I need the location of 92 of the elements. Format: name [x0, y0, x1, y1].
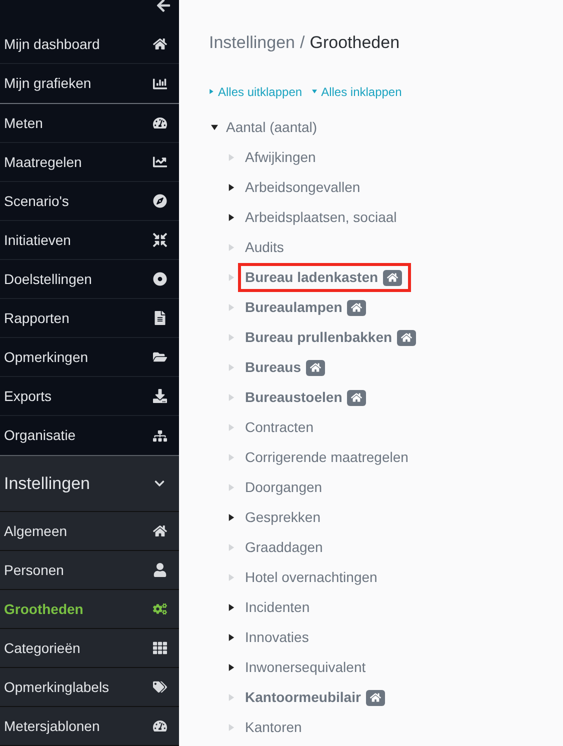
tree-item[interactable]: Aantal (aantal)	[226, 117, 318, 138]
tree-item[interactable]: Audits	[238, 233, 291, 262]
home-badge	[366, 690, 385, 706]
tree-item[interactable]: Bureaulampen	[238, 293, 376, 322]
leaf-triangle-icon[interactable]	[228, 574, 235, 581]
sidebar-item[interactable]: Metersjablonen	[0, 707, 179, 746]
sidebar-item[interactable]: Exports	[0, 377, 179, 416]
sidebar-item[interactable]: Organisatie	[0, 416, 179, 455]
home-icon	[153, 524, 167, 538]
tree-item[interactable]: Arbeidsongevallen	[238, 173, 368, 202]
expanded-triangle-icon[interactable]	[211, 124, 218, 131]
user-icon	[153, 563, 167, 577]
leaf-triangle-icon[interactable]	[228, 364, 235, 371]
tree-item[interactable]: Arbeidsplaatsen, sociaal	[238, 203, 404, 232]
tree-item[interactable]: Incidenten	[238, 593, 317, 622]
sidebar-item[interactable]: Maatregelen	[0, 143, 179, 182]
action-link[interactable]: Alles uitklappen	[218, 82, 302, 100]
collapse-icon[interactable]	[156, 0, 171, 13]
tree-item[interactable]: Innovaties	[238, 623, 316, 652]
leaf-triangle-icon[interactable]	[228, 394, 235, 401]
tree-item[interactable]: Afwijkingen	[238, 143, 323, 172]
grid-icon	[153, 641, 167, 655]
target-icon	[153, 272, 167, 286]
leaf-triangle-icon[interactable]	[228, 694, 235, 701]
tree-item[interactable]: Kantoormeubilair	[238, 683, 394, 712]
compass-icon	[153, 194, 167, 208]
sidebar-item[interactable]: Opmerkinglabels	[0, 668, 179, 707]
home-badge	[306, 360, 326, 376]
leaf-triangle-icon[interactable]	[228, 724, 235, 731]
tree-item[interactable]: Bureaus	[238, 353, 334, 382]
line-chart-icon	[153, 155, 167, 169]
leaf-triangle-icon[interactable]	[228, 334, 235, 341]
leaf-triangle-icon[interactable]	[228, 244, 235, 251]
home-icon	[153, 37, 167, 51]
sidebar-item[interactable]: Personen	[0, 551, 179, 590]
sidebar-item[interactable]: Opmerkingen	[0, 338, 179, 377]
leaf-triangle-icon[interactable]	[228, 274, 235, 281]
sidebar-item[interactable]: Categorieën	[0, 629, 179, 668]
home-badge	[397, 330, 416, 346]
tree-item[interactable]: Hotel overnachtingen	[238, 563, 384, 592]
home-badge	[383, 270, 402, 286]
document-icon	[153, 311, 167, 325]
sidebar-item[interactable]: Mijn dashboard	[0, 25, 179, 64]
sidebar-item[interactable]: Meten	[0, 104, 179, 143]
leaf-triangle-icon[interactable]	[228, 304, 235, 311]
leaf-triangle-icon[interactable]	[228, 154, 235, 161]
expand-triangle-icon[interactable]	[228, 214, 235, 221]
sidebar-item[interactable]: Algemeen	[0, 512, 179, 551]
breadcrumb-separator: /	[300, 32, 305, 54]
download-icon	[153, 389, 167, 403]
sidebar-item[interactable]: Initiatieven	[0, 221, 179, 260]
sidebar-item[interactable]: Scenario's	[0, 182, 179, 221]
expand-triangle-icon[interactable]	[228, 604, 235, 611]
tags-icon	[153, 680, 167, 694]
triangle-right-icon	[209, 89, 214, 94]
sitemap-icon	[153, 428, 167, 442]
tree-item[interactable]: Bureau prullenbakken	[238, 323, 426, 352]
gears-icon	[153, 602, 167, 616]
triangle-down-icon	[312, 89, 318, 94]
action-link[interactable]: Alles inklappen	[321, 82, 402, 100]
leaf-triangle-icon[interactable]	[228, 424, 235, 431]
breadcrumb-item[interactable]: Instellingen	[209, 30, 296, 56]
tree-item[interactable]: Inwonersequivalent	[238, 653, 373, 682]
expand-triangle-icon[interactable]	[228, 664, 235, 671]
home-badge	[347, 300, 366, 316]
compress-icon	[153, 233, 167, 247]
gauge-icon	[153, 116, 167, 130]
leaf-triangle-icon[interactable]	[228, 454, 235, 461]
tree-item[interactable]: Bureaustoelen	[238, 383, 376, 412]
sidebar-item[interactable]: Grootheden	[0, 590, 179, 629]
leaf-triangle-icon[interactable]	[228, 544, 235, 551]
expand-triangle-icon[interactable]	[228, 184, 235, 191]
settings-header[interactable]: Instellingen	[0, 456, 179, 512]
tree-item[interactable]: Gesprekken	[238, 503, 328, 532]
leaf-triangle-icon[interactable]	[228, 484, 235, 491]
sidebar-item[interactable]: Mijn grafieken	[0, 64, 179, 103]
tree-item[interactable]: Doorgangen	[238, 473, 330, 502]
home-badge	[347, 390, 366, 406]
expand-triangle-icon[interactable]	[228, 514, 235, 521]
tree-item[interactable]: Contracten	[238, 413, 320, 442]
folder-icon	[153, 350, 167, 364]
tree-item[interactable]: Graaddagen	[238, 533, 330, 562]
sidebar-item[interactable]: Rapporten	[0, 299, 179, 338]
tree-item[interactable]: Kantoren	[238, 713, 309, 742]
tree-item[interactable]: Bureau ladenkasten	[238, 263, 412, 292]
bar-chart-icon	[153, 76, 167, 90]
breadcrumb-item: Grootheden	[310, 32, 400, 54]
gauge-icon	[153, 719, 167, 733]
sidebar-item[interactable]: Doelstellingen	[0, 260, 179, 299]
expand-triangle-icon[interactable]	[228, 634, 235, 641]
chevron-down-icon	[154, 478, 165, 489]
tree-item[interactable]: Corrigerende maatregelen	[238, 443, 416, 472]
